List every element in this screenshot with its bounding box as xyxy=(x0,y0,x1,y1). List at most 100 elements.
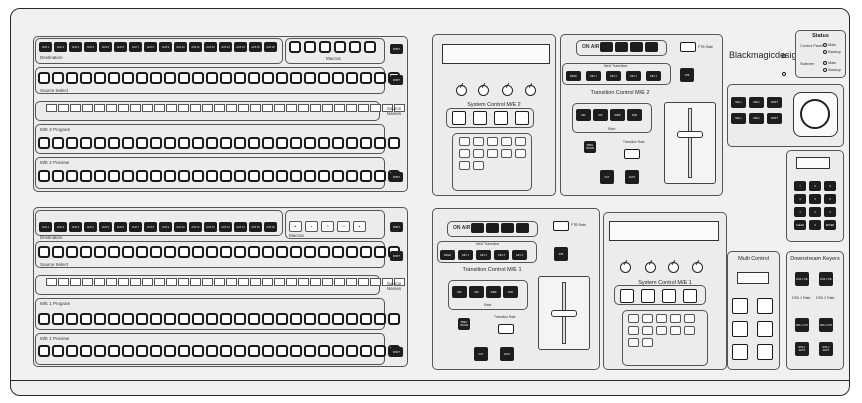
source-button[interactable] xyxy=(360,313,372,325)
source-button[interactable] xyxy=(80,313,92,325)
next-transition-key-button[interactable]: KEY 2 xyxy=(606,71,621,81)
source-button[interactable] xyxy=(164,170,176,182)
source-button[interactable] xyxy=(206,137,218,149)
source-button[interactable] xyxy=(94,72,106,84)
source-button[interactable] xyxy=(178,345,190,357)
menu-key-button[interactable] xyxy=(473,149,484,158)
source-button[interactable] xyxy=(374,170,386,182)
source-button[interactable] xyxy=(192,72,204,84)
multi-control-button[interactable] xyxy=(732,298,748,314)
source-button[interactable] xyxy=(108,72,120,84)
macro-button[interactable] xyxy=(304,41,316,53)
dsk1-tie-button[interactable]: DSK 1 TIE xyxy=(795,272,809,286)
next-transition-key-button[interactable]: KEY 4 xyxy=(512,250,527,260)
me1-tbar-handle[interactable] xyxy=(551,310,577,317)
source-button[interactable] xyxy=(318,72,330,84)
source-button[interactable] xyxy=(388,313,400,325)
soft-button[interactable] xyxy=(515,111,529,125)
aux-destination-button[interactable]: AUX 13 xyxy=(219,42,232,52)
keypad-button[interactable]: 5 xyxy=(809,194,821,204)
macro-loop-button[interactable]: ↻ xyxy=(321,221,334,232)
source-button[interactable] xyxy=(304,170,316,182)
source-button[interactable] xyxy=(206,170,218,182)
source-button[interactable] xyxy=(332,72,344,84)
source-button[interactable] xyxy=(276,137,288,149)
source-button[interactable] xyxy=(332,246,344,258)
me2-tbar-handle[interactable] xyxy=(677,131,703,138)
me2-shift-button-top[interactable]: SHIFT xyxy=(390,44,403,54)
joystick-mode-button[interactable]: M/E 2 xyxy=(749,97,764,108)
source-button[interactable] xyxy=(290,72,302,84)
next-transition-key-button[interactable]: KEY 1 xyxy=(586,71,601,81)
multi-control-button[interactable] xyxy=(732,321,748,337)
source-button[interactable] xyxy=(192,246,204,258)
source-button[interactable] xyxy=(318,137,330,149)
menu-key-button[interactable] xyxy=(459,149,470,158)
source-button[interactable] xyxy=(164,137,176,149)
source-button[interactable] xyxy=(206,345,218,357)
keypad-button[interactable]: 7 xyxy=(794,181,806,191)
onair-button[interactable] xyxy=(645,42,658,52)
next-transition-key-button[interactable]: BKGD xyxy=(440,250,455,260)
source-button[interactable] xyxy=(38,137,50,149)
source-button[interactable] xyxy=(360,137,372,149)
aux-destination-button[interactable]: AUX 3 xyxy=(69,222,82,232)
me2-shift-button-src[interactable]: SHIFT xyxy=(390,75,403,85)
aux-destination-button[interactable]: AUX 2 xyxy=(54,42,67,52)
menu-key-button[interactable] xyxy=(487,149,498,158)
source-button[interactable] xyxy=(178,72,190,84)
source-button[interactable] xyxy=(66,137,78,149)
source-button[interactable] xyxy=(332,137,344,149)
aux-destination-button[interactable]: AUX 5 xyxy=(99,222,112,232)
onair-button[interactable] xyxy=(501,223,514,233)
source-button[interactable] xyxy=(220,170,232,182)
onair-button[interactable] xyxy=(471,223,484,233)
next-transition-key-button[interactable]: KEY 1 xyxy=(458,250,473,260)
source-button[interactable] xyxy=(52,170,64,182)
source-button[interactable] xyxy=(318,345,330,357)
source-button[interactable] xyxy=(94,137,106,149)
source-button[interactable] xyxy=(304,72,316,84)
source-button[interactable] xyxy=(234,246,246,258)
keypad-button[interactable]: 6 xyxy=(824,194,836,204)
source-button[interactable] xyxy=(304,345,316,357)
source-button[interactable] xyxy=(38,313,50,325)
dsk2-auto-button[interactable]: DSK 2 AUTO xyxy=(819,342,833,356)
source-button[interactable] xyxy=(262,345,274,357)
soft-button[interactable] xyxy=(641,289,655,303)
source-button[interactable] xyxy=(346,137,358,149)
source-button[interactable] xyxy=(220,246,232,258)
source-button[interactable] xyxy=(122,246,134,258)
transition-type-button[interactable]: MIX xyxy=(576,109,591,121)
multi-control-button[interactable] xyxy=(757,321,773,337)
macro-user-button[interactable]: ▭ xyxy=(337,221,350,232)
menu-key-button[interactable] xyxy=(459,161,470,170)
source-button[interactable] xyxy=(234,345,246,357)
source-button[interactable] xyxy=(234,313,246,325)
source-button[interactable] xyxy=(108,137,120,149)
source-button[interactable] xyxy=(374,345,386,357)
aux-destination-button[interactable]: AUX 15 xyxy=(249,42,262,52)
aux-destination-button[interactable]: AUX 1 xyxy=(39,222,52,232)
source-button[interactable] xyxy=(332,170,344,182)
source-button[interactable] xyxy=(38,246,50,258)
knob-3[interactable] xyxy=(668,262,679,273)
me2-prev-trans-button[interactable]: PREV TRANS xyxy=(584,141,596,153)
source-button[interactable] xyxy=(66,345,78,357)
macro-button[interactable] xyxy=(289,41,301,53)
source-button[interactable] xyxy=(66,313,78,325)
source-button[interactable] xyxy=(304,246,316,258)
source-button[interactable] xyxy=(94,345,106,357)
menu-key-button[interactable] xyxy=(684,326,695,335)
next-transition-key-button[interactable]: KEY 3 xyxy=(494,250,509,260)
source-button[interactable] xyxy=(360,246,372,258)
source-button[interactable] xyxy=(80,137,92,149)
macro-stop-button[interactable]: ■ xyxy=(353,221,366,232)
source-button[interactable] xyxy=(206,246,218,258)
source-button[interactable] xyxy=(374,137,386,149)
source-button[interactable] xyxy=(122,137,134,149)
aux-destination-button[interactable]: AUX 6 xyxy=(114,42,127,52)
source-button[interactable] xyxy=(346,313,358,325)
transition-type-button[interactable]: DIP xyxy=(469,286,484,298)
transition-type-button[interactable]: WIPE xyxy=(610,109,625,121)
